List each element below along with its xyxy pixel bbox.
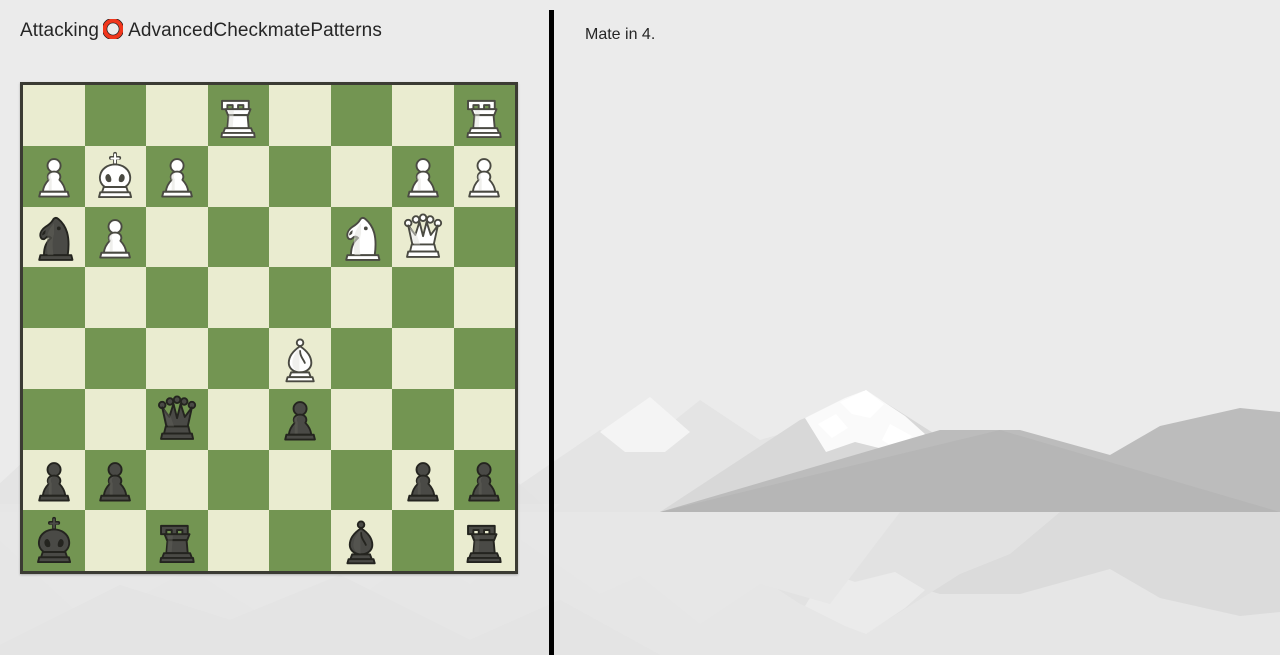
black-pawn-piece[interactable] <box>457 453 511 506</box>
white-pawn-piece[interactable] <box>396 149 450 202</box>
white-pawn-piece[interactable] <box>457 149 511 202</box>
prompt-text: Mate in 4. <box>585 26 656 43</box>
square-e4[interactable] <box>269 328 331 389</box>
square-c2[interactable] <box>146 449 208 511</box>
square-g4[interactable] <box>392 328 454 389</box>
square-h7[interactable] <box>453 145 515 207</box>
square-f3[interactable] <box>330 388 392 450</box>
black-pawn-piece[interactable] <box>396 453 450 506</box>
white-pawn-piece[interactable] <box>150 149 204 202</box>
square-e1[interactable] <box>269 510 331 571</box>
square-d6[interactable] <box>207 206 269 268</box>
black-knight-piece[interactable] <box>27 210 81 263</box>
square-b6[interactable] <box>84 206 146 268</box>
white-knight-piece[interactable] <box>334 210 388 263</box>
square-e7[interactable] <box>269 145 331 207</box>
square-a1[interactable] <box>23 510 85 571</box>
square-h8[interactable] <box>453 85 515 146</box>
square-d8[interactable] <box>207 85 269 146</box>
square-a6[interactable] <box>23 206 85 268</box>
white-pawn-piece[interactable] <box>88 210 142 263</box>
square-h6[interactable] <box>453 206 515 268</box>
black-pawn-piece[interactable] <box>273 392 327 445</box>
pane-divider <box>549 10 554 655</box>
white-rook-piece[interactable] <box>457 89 511 142</box>
square-g7[interactable] <box>392 145 454 207</box>
white-rook-piece[interactable] <box>211 89 265 142</box>
red-ring-icon <box>101 17 125 45</box>
chessboard-grid[interactable] <box>23 85 515 571</box>
square-a8[interactable] <box>23 85 85 146</box>
square-h3[interactable] <box>453 388 515 450</box>
puzzle-pane: Attacking AdvancedCheckmatePatterns <box>0 0 549 655</box>
black-pawn-piece[interactable] <box>27 453 81 506</box>
square-b5[interactable] <box>84 267 146 328</box>
black-king-piece[interactable] <box>27 514 81 567</box>
square-b2[interactable] <box>84 449 146 511</box>
page-title-suffix: AdvancedCheckmatePatterns <box>128 20 382 41</box>
square-d2[interactable] <box>207 449 269 511</box>
square-c7[interactable] <box>146 145 208 207</box>
square-c1[interactable] <box>146 510 208 571</box>
square-d5[interactable] <box>207 267 269 328</box>
square-b1[interactable] <box>84 510 146 571</box>
square-h1[interactable] <box>453 510 515 571</box>
square-d7[interactable] <box>207 145 269 207</box>
white-queen-piece[interactable] <box>396 210 450 263</box>
square-g6[interactable] <box>392 206 454 268</box>
square-f6[interactable] <box>330 206 392 268</box>
square-c5[interactable] <box>146 267 208 328</box>
square-h4[interactable] <box>453 328 515 389</box>
square-g2[interactable] <box>392 449 454 511</box>
square-g8[interactable] <box>392 85 454 146</box>
square-c3[interactable] <box>146 388 208 450</box>
black-rook-piece[interactable] <box>457 514 511 567</box>
square-f7[interactable] <box>330 145 392 207</box>
square-f4[interactable] <box>330 328 392 389</box>
square-d1[interactable] <box>207 510 269 571</box>
square-g5[interactable] <box>392 267 454 328</box>
chessboard[interactable] <box>20 82 518 574</box>
black-bishop-piece[interactable] <box>334 514 388 567</box>
square-a5[interactable] <box>23 267 85 328</box>
square-c8[interactable] <box>146 85 208 146</box>
black-queen-piece[interactable] <box>150 392 204 445</box>
square-e6[interactable] <box>269 206 331 268</box>
square-e5[interactable] <box>269 267 331 328</box>
white-king-piece[interactable] <box>88 149 142 202</box>
black-pawn-piece[interactable] <box>88 453 142 506</box>
instruction-pane: Mate in 4. <box>554 0 1280 655</box>
square-g3[interactable] <box>392 388 454 450</box>
square-b8[interactable] <box>84 85 146 146</box>
square-f2[interactable] <box>330 449 392 511</box>
square-d4[interactable] <box>207 328 269 389</box>
square-h5[interactable] <box>453 267 515 328</box>
square-g1[interactable] <box>392 510 454 571</box>
square-e8[interactable] <box>269 85 331 146</box>
square-b4[interactable] <box>84 328 146 389</box>
square-a3[interactable] <box>23 388 85 450</box>
square-c6[interactable] <box>146 206 208 268</box>
square-f1[interactable] <box>330 510 392 571</box>
white-pawn-piece[interactable] <box>27 149 81 202</box>
square-h2[interactable] <box>453 449 515 511</box>
square-e3[interactable] <box>269 388 331 450</box>
square-d3[interactable] <box>207 388 269 450</box>
square-a2[interactable] <box>23 449 85 511</box>
square-a7[interactable] <box>23 145 85 207</box>
white-bishop-piece[interactable] <box>273 332 327 385</box>
square-f5[interactable] <box>330 267 392 328</box>
square-e2[interactable] <box>269 449 331 511</box>
page-title-prefix: Attacking <box>20 20 100 41</box>
square-f8[interactable] <box>330 85 392 146</box>
square-b3[interactable] <box>84 388 146 450</box>
black-rook-piece[interactable] <box>150 514 204 567</box>
page-title: Attacking AdvancedCheckmatePatterns <box>20 17 382 45</box>
square-c4[interactable] <box>146 328 208 389</box>
square-a4[interactable] <box>23 328 85 389</box>
square-b7[interactable] <box>84 145 146 207</box>
